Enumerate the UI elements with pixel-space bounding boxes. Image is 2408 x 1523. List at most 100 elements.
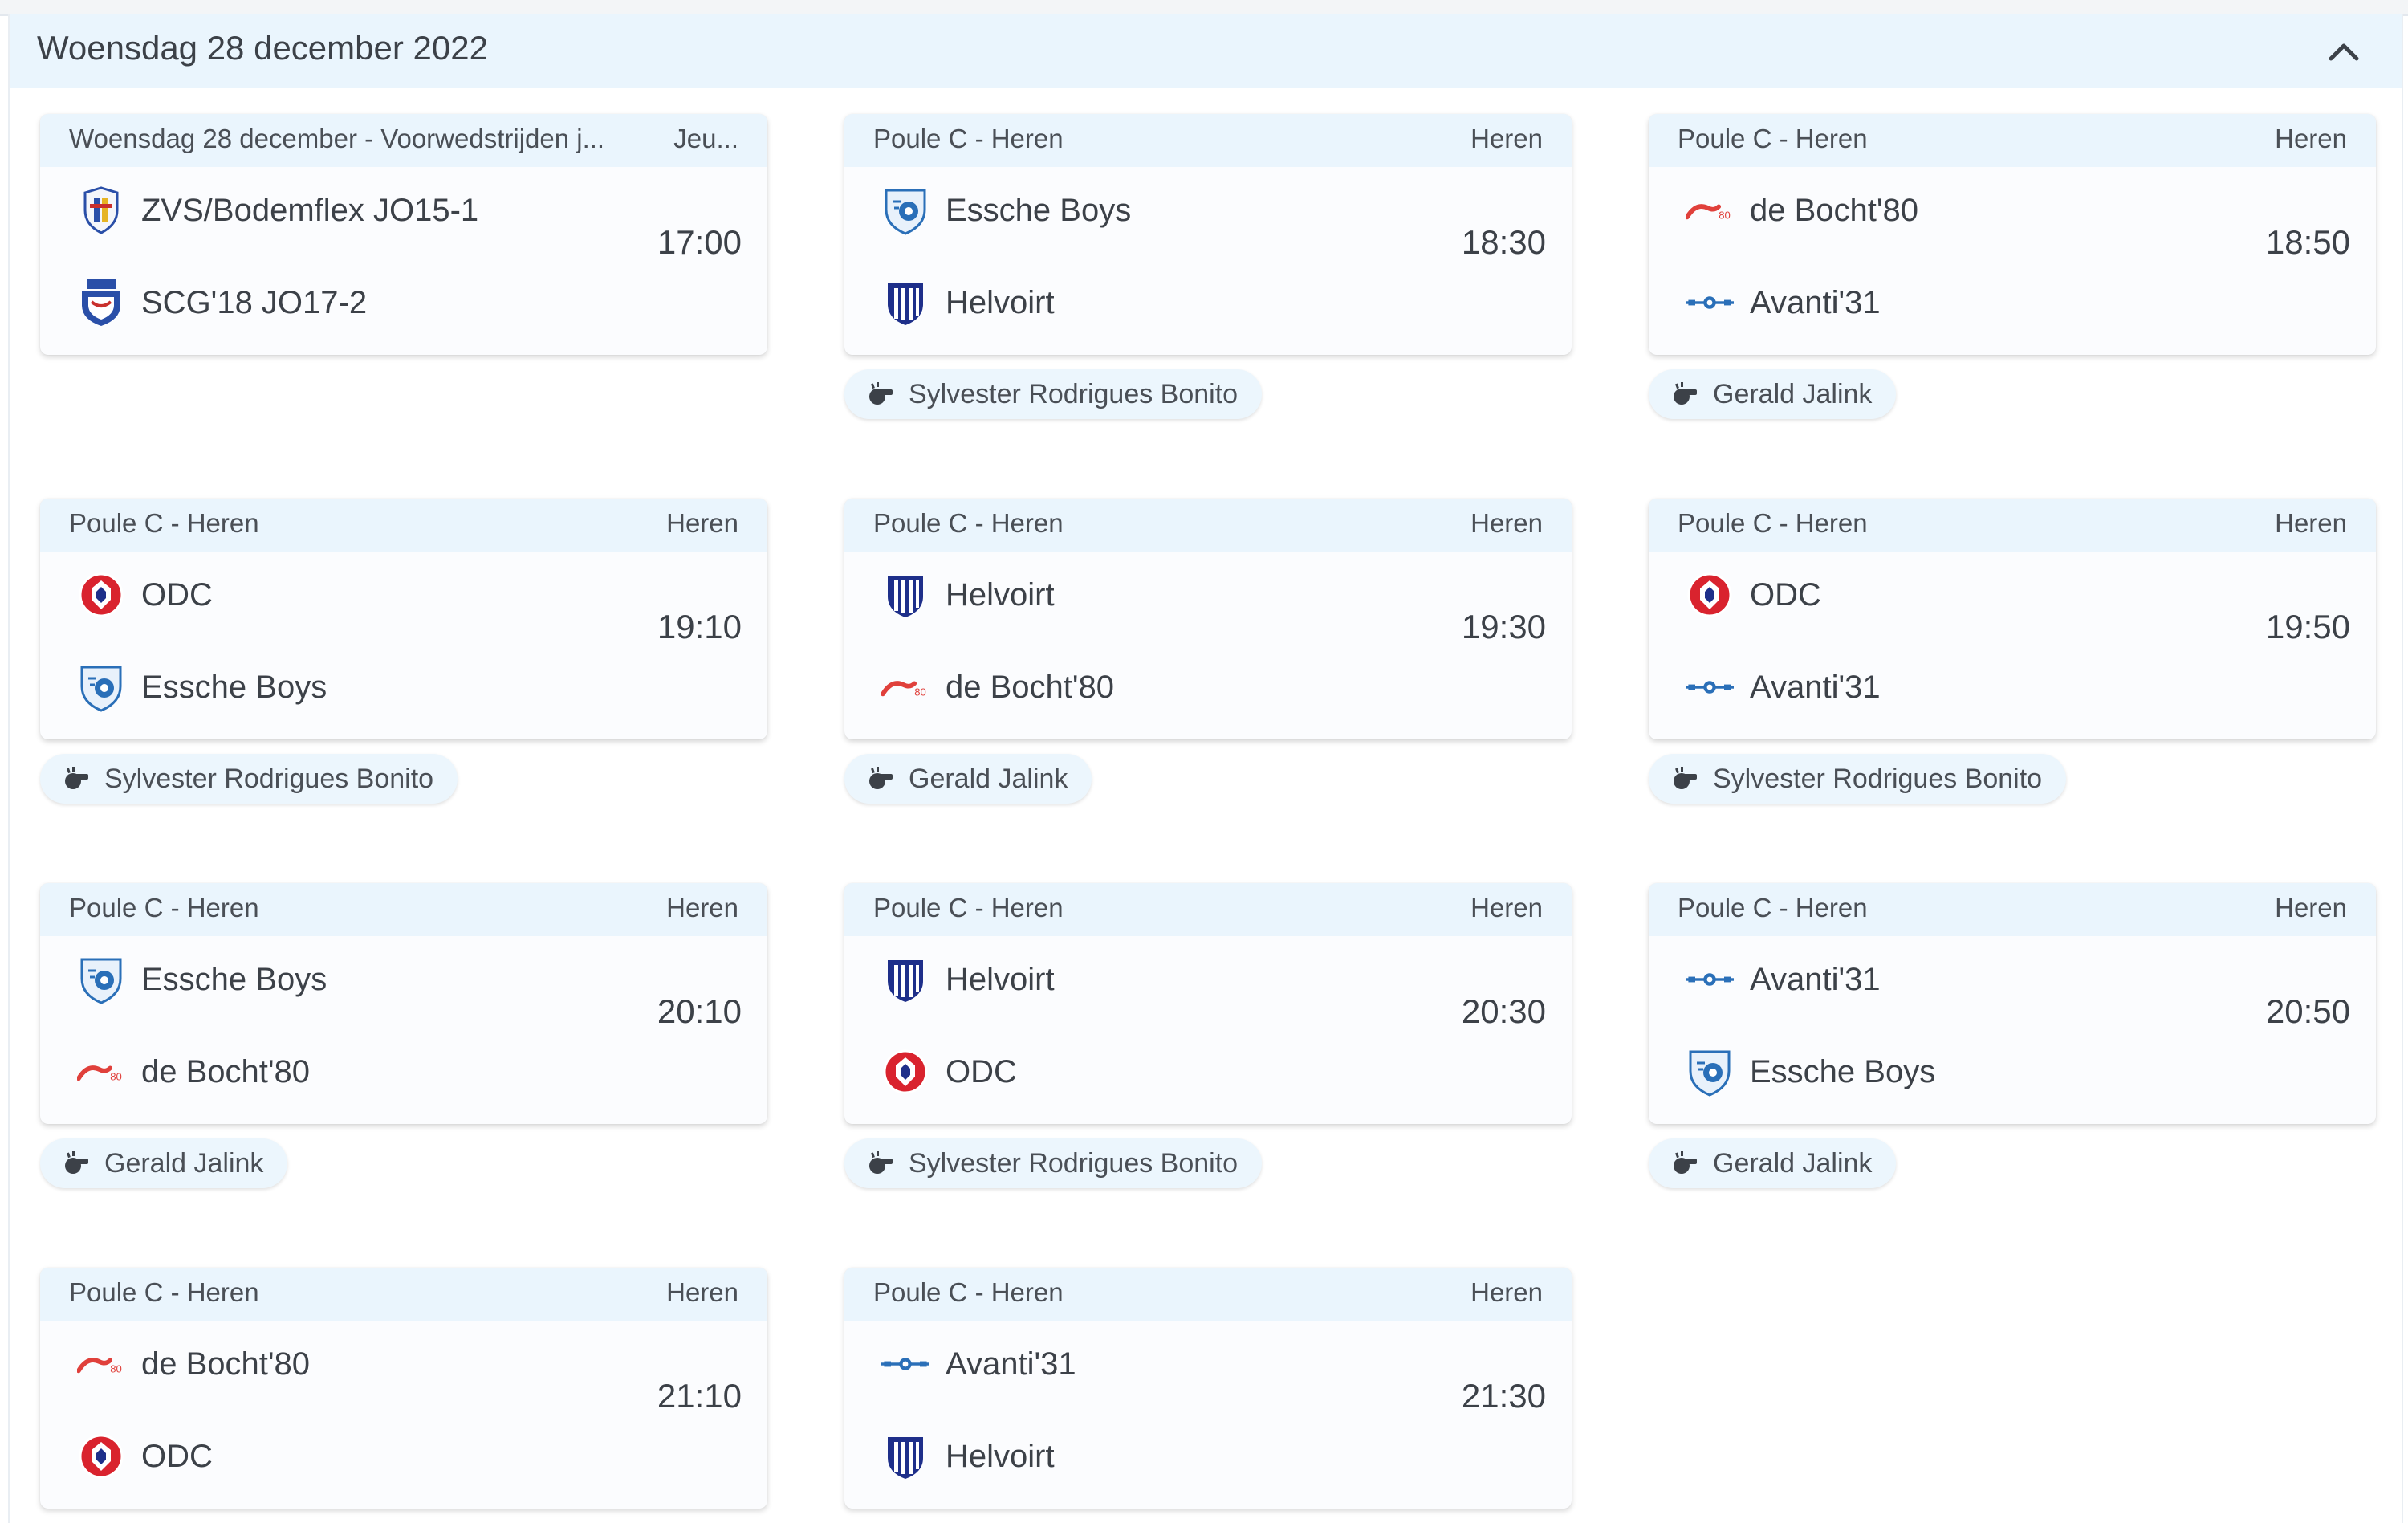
team-name: Avanti'31: [1750, 284, 1881, 320]
match-time: 19:50: [2265, 608, 2350, 645]
match-time: 20:50: [2265, 992, 2350, 1030]
category-label: Heren: [2275, 124, 2347, 153]
match-card[interactable]: Poule C - Heren Heren Avanti'31 Essche B…: [1649, 883, 2376, 1124]
competition-label: Poule C - Heren: [873, 124, 1064, 153]
team-name: ODC: [946, 1053, 1017, 1089]
team-name: SCG'18 JO17-2: [141, 284, 368, 320]
odc-logo: [77, 571, 125, 619]
home-team: Helvoirt: [881, 951, 1055, 1008]
referee-chip[interactable]: Gerald Jalink: [1649, 369, 1897, 419]
top-divider: [0, 0, 2408, 16]
match-time: 17:00: [657, 223, 742, 261]
whistle-icon: [63, 1149, 92, 1178]
collapse-button[interactable]: [2318, 26, 2369, 77]
match-card[interactable]: Woensdag 28 december - Voorwedstrijden j…: [40, 114, 767, 355]
competition-label: Poule C - Heren: [69, 508, 259, 538]
match-card[interactable]: Poule C - Heren Heren 80 de Bocht'80 ODC…: [40, 1268, 767, 1509]
team-name: Essche Boys: [946, 192, 1132, 228]
avanti31-logo: [1686, 663, 1734, 711]
competition-label: Poule C - Heren: [69, 1277, 259, 1307]
competition-label: Poule C - Heren: [873, 1277, 1064, 1307]
category-label: Heren: [1470, 508, 1543, 538]
category-label: Jeu...: [673, 124, 738, 153]
whistle-icon: [63, 764, 92, 793]
team-name: Avanti'31: [1750, 961, 1881, 997]
category-label: Heren: [666, 1277, 738, 1307]
away-team: Avanti'31: [1686, 659, 1881, 715]
match-card[interactable]: Poule C - Heren Heren 80 de Bocht'80 Ava…: [1649, 114, 2376, 355]
competition-label: Woensdag 28 december - Voorwedstrijden j…: [69, 124, 605, 153]
essche-boys-logo: [77, 955, 125, 1004]
odc-logo: [881, 1048, 929, 1096]
match-card[interactable]: Poule C - Heren Heren ODC Avanti'31 19:5…: [1649, 499, 2376, 739]
home-team: ODC: [77, 567, 213, 623]
referee-chip[interactable]: Sylvester Rodrigues Bonito: [844, 1138, 1263, 1188]
match-card[interactable]: Poule C - Heren Heren Avanti'31 Helvoirt…: [844, 1268, 1572, 1509]
referee-chip[interactable]: Gerald Jalink: [40, 1138, 288, 1188]
helvoirt-logo: [881, 279, 929, 327]
match-header: Poule C - Heren Heren: [40, 499, 767, 552]
match-header: Poule C - Heren Heren: [1649, 114, 2376, 167]
home-team: Avanti'31: [1686, 951, 1881, 1008]
whistle-icon: [867, 380, 896, 409]
home-team: ODC: [1686, 567, 1821, 623]
team-name: de Bocht'80: [141, 1053, 311, 1089]
team-name: Avanti'31: [1750, 669, 1881, 705]
referee-name: Sylvester Rodrigues Bonito: [909, 378, 1239, 409]
avanti31-logo: [881, 1340, 929, 1388]
essche-boys-logo: [77, 663, 125, 712]
helvoirt-logo: [881, 1432, 929, 1480]
away-team: ODC: [881, 1044, 1017, 1100]
referee-name: Sylvester Rodrigues Bonito: [909, 1147, 1239, 1179]
match-card[interactable]: Poule C - Heren Heren ODC Essche Boys 19…: [40, 499, 767, 739]
competition-label: Poule C - Heren: [873, 893, 1064, 922]
team-name: Essche Boys: [141, 961, 327, 997]
home-team: 80 de Bocht'80: [1686, 182, 1918, 238]
away-team: SCG'18 JO17-2: [77, 275, 367, 331]
referee-name: Gerald Jalink: [104, 1147, 264, 1179]
referee-chip[interactable]: Sylvester Rodrigues Bonito: [40, 754, 458, 804]
team-name: Helvoirt: [946, 284, 1055, 320]
category-label: Heren: [2275, 893, 2347, 922]
svg-text:80: 80: [110, 1362, 122, 1374]
referee-chip[interactable]: Gerald Jalink: [844, 754, 1092, 804]
team-name: ODC: [1750, 576, 1821, 613]
team-name: Helvoirt: [946, 961, 1055, 997]
home-team: Avanti'31: [881, 1336, 1076, 1392]
match-time: 21:30: [1461, 1377, 1546, 1415]
away-team: Helvoirt: [881, 1428, 1055, 1484]
referee-chip[interactable]: Sylvester Rodrigues Bonito: [1649, 754, 2067, 804]
competition-label: Poule C - Heren: [69, 893, 259, 922]
avanti31-logo: [1686, 279, 1734, 327]
competition-label: Poule C - Heren: [1678, 124, 1868, 153]
category-label: Heren: [1470, 893, 1543, 922]
home-team: 80 de Bocht'80: [77, 1336, 310, 1392]
match-card[interactable]: Poule C - Heren Heren Helvoirt 80 de Boc…: [844, 499, 1572, 739]
home-team: ZVS/Bodemflex JO15-1: [77, 182, 478, 238]
svg-text:80: 80: [1719, 209, 1731, 221]
match-time: 18:50: [2265, 223, 2350, 261]
match-time: 21:10: [657, 1377, 742, 1415]
away-team: 80 de Bocht'80: [77, 1044, 310, 1100]
bocht80-logo: 80: [77, 1340, 125, 1388]
match-header: Poule C - Heren Heren: [844, 499, 1572, 552]
match-card[interactable]: Poule C - Heren Heren Essche Boys 80 de …: [40, 883, 767, 1124]
referee-name: Gerald Jalink: [1713, 378, 1873, 409]
match-card[interactable]: Poule C - Heren Heren Helvoirt ODC 20:30: [844, 883, 1572, 1124]
match-header: Poule C - Heren Heren: [844, 1268, 1572, 1321]
whistle-icon: [867, 1149, 896, 1178]
whistle-icon: [1671, 1149, 1700, 1178]
whistle-icon: [867, 764, 896, 793]
team-name: Essche Boys: [1750, 1053, 1936, 1089]
category-label: Heren: [2275, 508, 2347, 538]
referee-chip[interactable]: Sylvester Rodrigues Bonito: [844, 369, 1263, 419]
match-card[interactable]: Poule C - Heren Heren Essche Boys Helvoi…: [844, 114, 1572, 355]
day-title: Woensdag 28 december 2022: [37, 29, 488, 67]
category-label: Heren: [666, 508, 738, 538]
away-team: Avanti'31: [1686, 275, 1881, 331]
home-team: Essche Boys: [881, 182, 1131, 238]
referee-chip[interactable]: Gerald Jalink: [1649, 1138, 1897, 1188]
match-time: 20:10: [657, 992, 742, 1030]
scg-crest-icon: [77, 279, 125, 327]
day-header[interactable]: Woensdag 28 december 2022: [10, 14, 2402, 88]
